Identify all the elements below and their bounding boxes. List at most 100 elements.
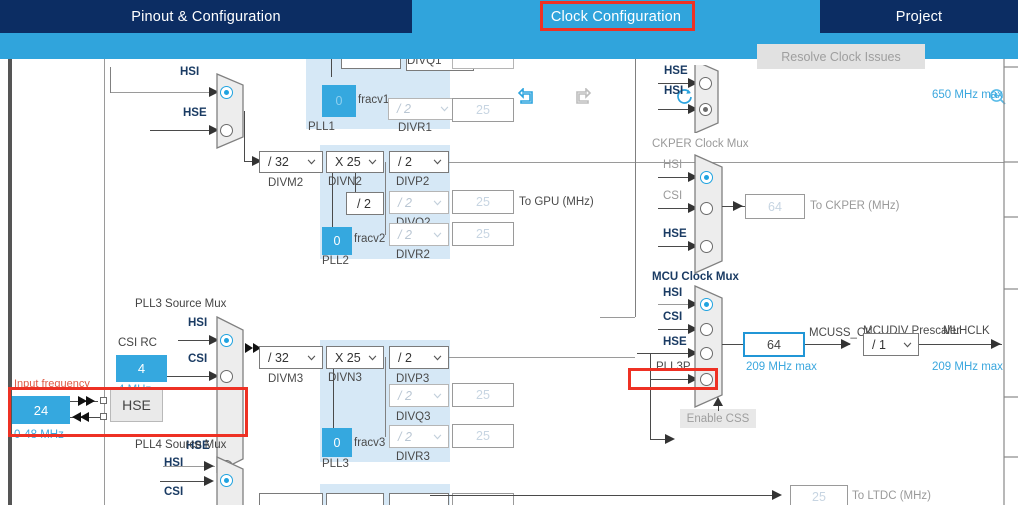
divr3-select[interactable]: / 2 [389, 425, 449, 448]
pll4-mux-radio-hsi[interactable] [220, 474, 233, 487]
pll2-fracv-value[interactable]: 0 [322, 227, 352, 255]
pll1-mux-radio-hse[interactable] [220, 124, 233, 137]
pll2-label: PLL2 [322, 255, 349, 267]
pll1-wire [331, 59, 332, 77]
ckper-mux-hsi-label: HSI [663, 159, 683, 171]
pll3-mux-radio-csi[interactable] [220, 370, 233, 383]
mcudiv-value: / 1 [872, 337, 886, 352]
pll3-mux-radio-hsi[interactable] [220, 334, 233, 347]
chevron-down-icon [433, 199, 442, 205]
mcu-mux-hse-label: HSE [663, 336, 687, 348]
divr2-output: 25 [452, 222, 514, 246]
divq3-value: / 2 [398, 388, 412, 403]
tab-clock-configuration[interactable]: Clock Configuration [412, 0, 820, 33]
csi-rc-label: CSI RC [118, 337, 157, 349]
divn2-wire [355, 173, 356, 193]
divq3-label: DIVQ3 [396, 411, 431, 423]
divm3-value: / 32 [268, 350, 289, 365]
mcu-mux-out-wire [722, 344, 744, 345]
pll2-fracv-label: fracv2 [354, 233, 386, 245]
top-mux-radio-hse[interactable] [699, 77, 712, 90]
divm2-label: DIVM2 [268, 177, 304, 189]
ckper-mux-hse-label: HSE [663, 228, 687, 240]
pll1-mux-hse-label: HSE [183, 107, 207, 119]
pll1-fracv-value[interactable]: 0 [322, 85, 356, 117]
chevron-down-icon [368, 354, 377, 360]
tab-project[interactable]: Project [820, 0, 1018, 33]
arrowhead-icon [991, 339, 1001, 349]
ckper-output-value: 64 [745, 194, 805, 219]
mcudiv-prescaler-select[interactable]: / 1 [863, 333, 919, 356]
divr2-select[interactable]: / 2 [389, 223, 449, 246]
pll3-fracv-wire [333, 369, 334, 429]
pll3p-input-highlight [628, 368, 718, 390]
pll3-branch-wire [385, 357, 386, 437]
mlhclk-wire [919, 344, 1002, 345]
pll3-fracv-value[interactable]: 0 [322, 428, 352, 457]
divm3-select[interactable]: / 32 [259, 346, 323, 369]
pll1-source-mux[interactable] [216, 73, 244, 149]
divp2-label: DIVP2 [396, 176, 430, 188]
divp3-value: / 2 [398, 350, 412, 365]
arrowhead-up-icon [713, 397, 723, 406]
divp3-select[interactable]: / 2 [389, 346, 449, 369]
pll1-mux-hsi-label: HSI [180, 66, 200, 78]
mcu-mux-radio-csi[interactable] [700, 323, 713, 336]
pll1-mux-radio-hsi[interactable] [220, 86, 233, 99]
pll4-source-mux-title: PLL4 Source Mux [135, 439, 227, 451]
divn4-select[interactable] [326, 493, 384, 505]
pll3-label: PLL3 [322, 458, 349, 470]
divr2-value: / 2 [398, 227, 412, 242]
pll1-divn-select[interactable] [341, 59, 401, 69]
divm4-select[interactable] [259, 493, 323, 505]
chevron-down-icon [433, 392, 442, 398]
ckper-mux-radio-csi[interactable] [700, 202, 713, 215]
ltdc-wire [430, 495, 780, 496]
divn2-select[interactable]: X 25 [326, 151, 384, 173]
divm2-select[interactable]: / 32 [259, 151, 323, 173]
divq3-select[interactable]: / 2 [389, 384, 449, 407]
divn2-value: X 25 [335, 155, 361, 169]
tab-pinout[interactable]: Pinout & Configuration [0, 0, 412, 33]
chevron-down-icon [433, 231, 442, 237]
mcu-mux-radio-hsi[interactable] [700, 298, 713, 311]
divp2-out-wire [449, 162, 1004, 163]
mcu-mux-radio-hse[interactable] [700, 347, 713, 360]
ckper-output-label: To CKPER (MHz) [810, 200, 900, 212]
chevron-down-icon [433, 433, 442, 439]
mcu-clock-mux-heading: MCU Clock Mux [652, 271, 739, 283]
clock-tree-canvas[interactable]: 0 fracv1 PLL1 DIVQ1 / 2 DIVR1 25 HSI HSE… [0, 59, 1018, 505]
mcu-mux-hsi-label: HSI [663, 287, 683, 299]
vertical-scrollbar[interactable] [8, 59, 12, 505]
csi-rc-value[interactable]: 4 [116, 355, 167, 382]
pll1-divr1-select[interactable]: / 2 [388, 98, 456, 120]
ckper-mux-radio-hsi[interactable] [700, 171, 713, 184]
mcuss-ck-value[interactable]: 64 [743, 332, 805, 357]
input-frequency-highlight [8, 387, 248, 437]
mlhclk-max: 209 MHz max [932, 361, 1003, 373]
enable-css-button[interactable]: Enable CSS [680, 409, 756, 428]
divn3-select[interactable]: X 25 [326, 346, 384, 369]
pll3-mux-csi-wire [167, 376, 215, 377]
ckper-mux-radio-hse[interactable] [700, 240, 713, 253]
tab-bar: Pinout & Configuration Clock Configurati… [0, 0, 1018, 33]
arrowhead-icon [204, 476, 214, 486]
divr3-label: DIVR3 [396, 451, 430, 463]
canvas-divider [104, 59, 105, 505]
ckper-top-mux[interactable] [694, 65, 720, 133]
top-mux-radio-hsi[interactable] [699, 103, 712, 116]
divp2-select[interactable]: / 2 [389, 151, 449, 173]
chevron-down-icon [433, 159, 442, 165]
pll1-mux-hse-wire [150, 130, 215, 131]
divq2-select[interactable]: / 2 [389, 191, 449, 214]
max-650-label: 650 MHz max [932, 89, 1003, 101]
pll2-fracv-wire [332, 173, 333, 228]
pll1-fracv-label: fracv1 [358, 94, 390, 106]
mcu-mux-csi-label: CSI [663, 311, 683, 323]
pll2-divn-frac[interactable]: / 2 [346, 192, 384, 215]
mcuss-ck-max: 209 MHz max [746, 361, 817, 373]
pll3-mux-hsi-label: HSI [188, 317, 208, 329]
pll3-source-mux-title: PLL3 Source Mux [135, 298, 227, 310]
pll1-mux-hsi-wire-v [110, 67, 111, 93]
pll3-fracv-label: fracv3 [354, 437, 386, 449]
